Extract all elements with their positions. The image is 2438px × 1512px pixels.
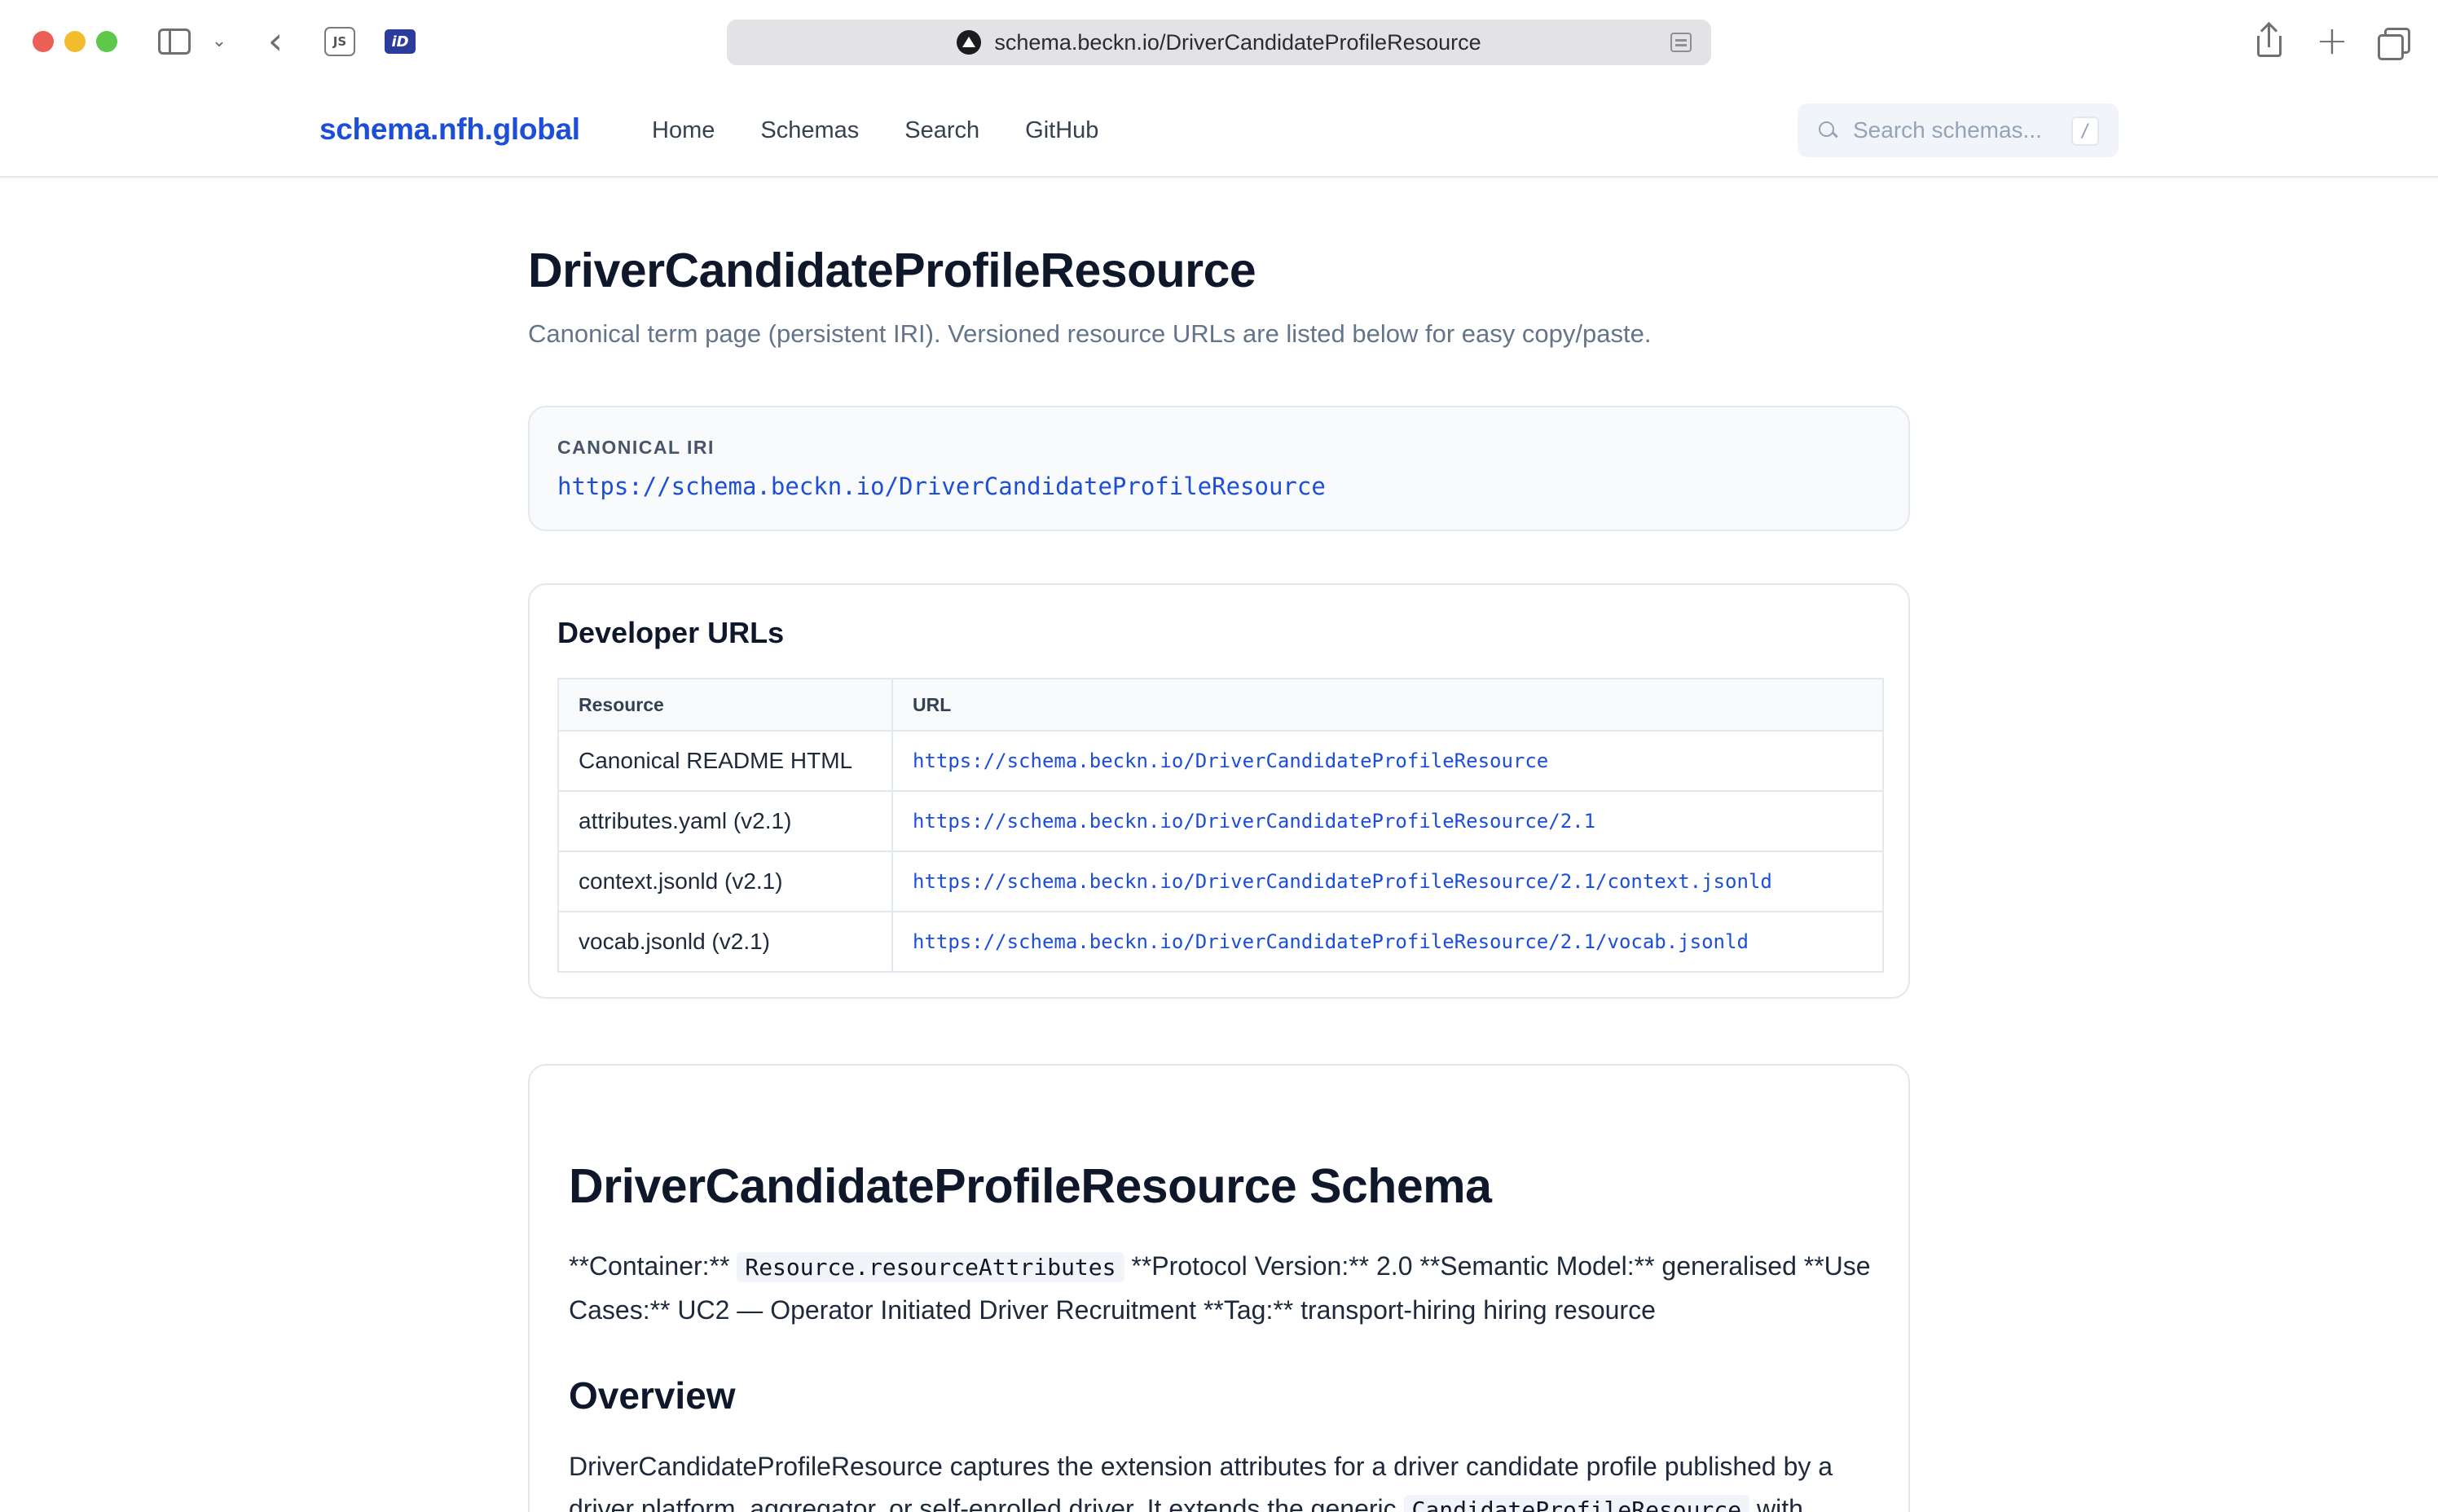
readme-card: DriverCandidateProfileResource Schema **…: [528, 1064, 1910, 1512]
sidebar-toggle-icon[interactable]: [158, 29, 191, 55]
overview-heading: Overview: [569, 1374, 736, 1417]
table-row: attributes.yaml (v2.1) https://schema.be…: [557, 790, 1884, 852]
browser-toolbar: ⌄ ‹ JS iD schema.beckn.io/DriverCandidat…: [0, 0, 2438, 85]
meta-prefix: **Container:**: [569, 1251, 730, 1281]
developer-urls-card: Developer URLs Resource URL Canonical RE…: [528, 583, 1910, 999]
url-link[interactable]: https://schema.beckn.io/DriverCandidateP…: [891, 730, 1884, 792]
site-header: schema.nfh.global Home Schemas Search Gi…: [0, 85, 2438, 178]
resource-cell: context.jsonld (v2.1): [557, 850, 893, 912]
overview-code: CandidateProfileResource: [1403, 1495, 1750, 1512]
column-header-url: URL: [891, 678, 1884, 732]
readme-meta: **Container:** Resource.resourceAttribut…: [569, 1245, 1881, 1331]
canonical-iri-card: CANONICAL IRI https://schema.beckn.io/Dr…: [528, 406, 1910, 531]
developer-urls-heading: Developer URLs: [557, 616, 785, 649]
search-input[interactable]: [1853, 117, 2065, 143]
page-subtitle: Canonical term page (persistent IRI). Ve…: [528, 319, 1652, 348]
table-row: context.jsonld (v2.1) https://schema.bec…: [557, 850, 1884, 912]
site-favicon-icon: [957, 30, 982, 55]
chevron-down-icon[interactable]: ⌄: [210, 28, 228, 54]
nav-home[interactable]: Home: [652, 117, 715, 144]
minimize-window-button[interactable]: [64, 31, 86, 52]
id-extension-icon[interactable]: iD: [385, 29, 416, 54]
nav-schemas[interactable]: Schemas: [760, 117, 859, 144]
page-title: DriverCandidateProfileResource: [528, 244, 1256, 297]
readme-title: DriverCandidateProfileResource Schema: [569, 1159, 1492, 1213]
canonical-iri-label: CANONICAL IRI: [557, 437, 715, 458]
new-tab-plus-icon[interactable]: +: [2316, 18, 2348, 64]
zoom-window-button[interactable]: [96, 31, 117, 52]
search-shortcut-hint: /: [2071, 116, 2099, 146]
table-header-row: Resource URL: [557, 678, 1884, 732]
js-extension-icon[interactable]: JS: [324, 27, 355, 56]
container-code: Resource.resourceAttributes: [737, 1252, 1124, 1282]
developer-urls-table: Resource URL Canonical README HTML https…: [557, 678, 1884, 973]
nav-github[interactable]: GitHub: [1025, 117, 1098, 144]
reader-mode-icon[interactable]: [1670, 33, 1692, 52]
resource-cell: vocab.jsonld (v2.1): [557, 911, 893, 973]
url-link[interactable]: https://schema.beckn.io/DriverCandidateP…: [891, 911, 1884, 973]
tab-overview-icon[interactable]: [2378, 28, 2410, 60]
search-icon: [1817, 120, 1838, 141]
overview-tail: with: [1756, 1494, 1803, 1512]
resource-cell: attributes.yaml (v2.1): [557, 790, 893, 852]
share-arrow-icon[interactable]: [2268, 23, 2270, 47]
url-link[interactable]: https://schema.beckn.io/DriverCandidateP…: [891, 850, 1884, 912]
overview-text: DriverCandidateProfileResource captures …: [569, 1445, 1881, 1512]
main-nav: Home Schemas Search GitHub: [652, 117, 1098, 144]
table-row: Canonical README HTML https://schema.bec…: [557, 730, 1884, 792]
back-arrow-icon[interactable]: ‹: [261, 22, 290, 59]
canonical-iri-link[interactable]: https://schema.beckn.io/DriverCandidateP…: [557, 472, 1326, 500]
search-box[interactable]: /: [1798, 103, 2119, 157]
url-link[interactable]: https://schema.beckn.io/DriverCandidateP…: [891, 790, 1884, 852]
address-bar[interactable]: schema.beckn.io/DriverCandidateProfileRe…: [727, 20, 1711, 65]
column-header-resource: Resource: [557, 678, 893, 732]
brand-logo-link[interactable]: schema.nfh.global: [319, 112, 580, 147]
nav-search[interactable]: Search: [904, 117, 979, 144]
close-window-button[interactable]: [33, 31, 54, 52]
address-url[interactable]: schema.beckn.io/DriverCandidateProfileRe…: [994, 30, 1481, 55]
table-row: vocab.jsonld (v2.1) https://schema.beckn…: [557, 911, 1884, 973]
resource-cell: Canonical README HTML: [557, 730, 893, 792]
